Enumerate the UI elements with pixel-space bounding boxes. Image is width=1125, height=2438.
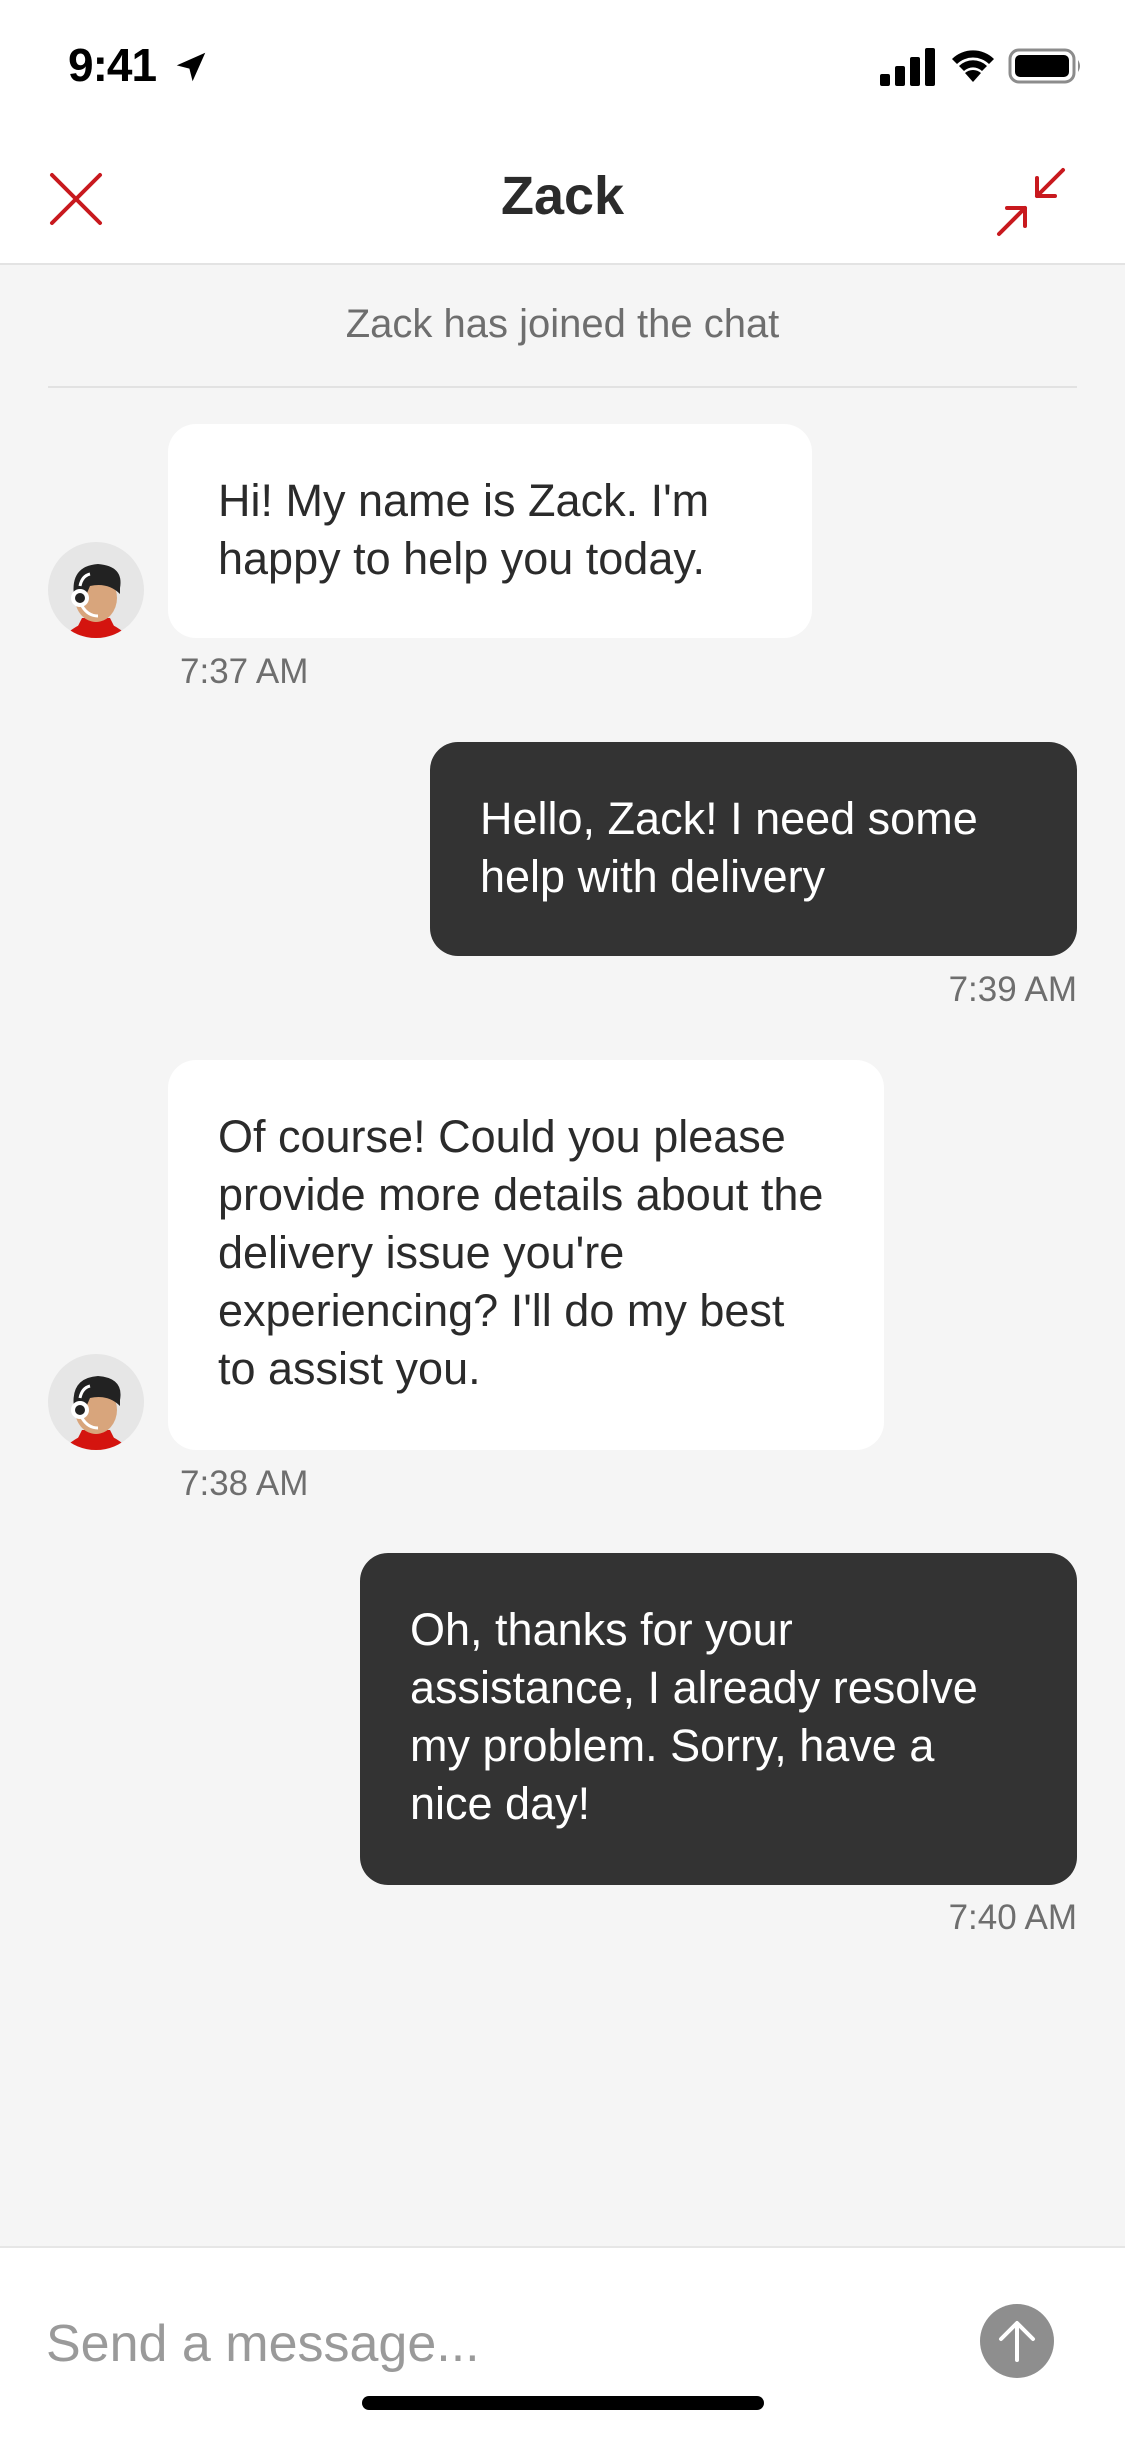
status-bar: 9:41 [0, 0, 1125, 135]
message-timestamp: 7:39 AM [948, 970, 1077, 1009]
page-title: Zack [500, 166, 625, 226]
message-bubble-user: Hello, Zack! I need some help with deliv… [430, 742, 1077, 956]
message-text: Hi! My name is Zack. I'm happy to help y… [218, 475, 710, 584]
minimize-icon [997, 168, 1065, 236]
message-text: Hello, Zack! I need some help with deliv… [480, 793, 978, 902]
message-bubble-user: Oh, thanks for your assistance, I alread… [360, 1553, 1077, 1885]
message-bubble-agent: Of course! Could you please provide more… [168, 1060, 884, 1450]
signal-icon [880, 48, 935, 86]
message-input[interactable] [46, 2304, 926, 2384]
send-arrow-icon [999, 2321, 1035, 2362]
battery-icon [1008, 48, 1080, 84]
location-arrow-icon [176, 52, 206, 82]
message-timestamp: 7:38 AM [180, 1464, 309, 1503]
home-indicator [362, 2396, 764, 2410]
minimize-button[interactable] [990, 161, 1072, 243]
divider [48, 386, 1077, 388]
message-text: Of course! Could you please provide more… [218, 1111, 824, 1394]
message-bubble-agent: Hi! My name is Zack. I'm happy to help y… [168, 424, 812, 638]
message-timestamp: 7:37 AM [180, 652, 309, 691]
status-time: 9:41 [68, 39, 157, 91]
agent-avatar [48, 1354, 144, 1450]
send-button[interactable] [980, 2304, 1054, 2378]
agent-avatar [48, 542, 144, 638]
chat-header: Zack [0, 135, 1125, 265]
message-text: Oh, thanks for your assistance, I alread… [410, 1604, 978, 1829]
message-timestamp: 7:40 AM [948, 1898, 1077, 1937]
system-message: Zack has joined the chat [345, 302, 780, 346]
wifi-icon [952, 50, 994, 82]
